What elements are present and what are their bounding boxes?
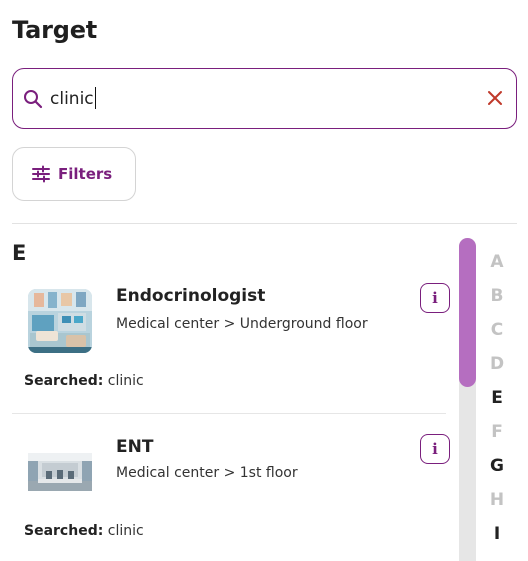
searched-term: clinic	[107, 373, 144, 389]
list-item[interactable]: Endocrinologist Medical center > Undergr…	[12, 276, 450, 413]
searched-meta: Searched: clinic	[24, 523, 144, 539]
sliders-icon	[32, 165, 50, 183]
section-header: E	[12, 241, 27, 265]
filters-button[interactable]: Filters	[12, 147, 136, 201]
list-item[interactable]: ENT Medical center > 1st floor i Searche…	[12, 427, 450, 561]
page-title: Target	[12, 16, 98, 44]
info-button[interactable]: i	[420, 434, 450, 464]
divider	[12, 223, 517, 224]
searched-term: clinic	[107, 523, 144, 539]
search-icon	[24, 90, 43, 109]
item-path: Medical center > Underground floor	[116, 316, 368, 332]
divider	[12, 413, 446, 414]
item-name: ENT	[116, 437, 154, 457]
close-icon[interactable]	[486, 89, 504, 107]
alphabet-letter-c[interactable]: C	[485, 320, 509, 340]
search-value[interactable]: clinic	[50, 87, 97, 109]
search-input[interactable]: clinic	[12, 68, 517, 129]
searched-label: Searched:	[24, 523, 104, 539]
alphabet-letter-b[interactable]: B	[485, 286, 509, 306]
location-thumbnail	[28, 289, 92, 353]
item-name: Endocrinologist	[116, 286, 266, 306]
alphabet-letter-f[interactable]: F	[485, 422, 509, 442]
searched-meta: Searched: clinic	[24, 373, 144, 389]
location-thumbnail	[28, 453, 92, 491]
alphabet-letter-i[interactable]: I	[485, 524, 509, 544]
info-button[interactable]: i	[420, 283, 450, 313]
text-cursor	[94, 87, 97, 109]
filters-label: Filters	[58, 165, 113, 183]
item-path: Medical center > 1st floor	[116, 465, 298, 481]
searched-label: Searched:	[24, 373, 104, 389]
alphabet-letter-a[interactable]: A	[485, 252, 509, 272]
alphabet-letter-h[interactable]: H	[485, 490, 509, 510]
scrollbar-thumb[interactable]	[459, 238, 476, 387]
alphabet-letter-d[interactable]: D	[485, 354, 509, 374]
alphabet-letter-e[interactable]: E	[485, 388, 509, 408]
alphabet-letter-g[interactable]: G	[485, 456, 509, 476]
